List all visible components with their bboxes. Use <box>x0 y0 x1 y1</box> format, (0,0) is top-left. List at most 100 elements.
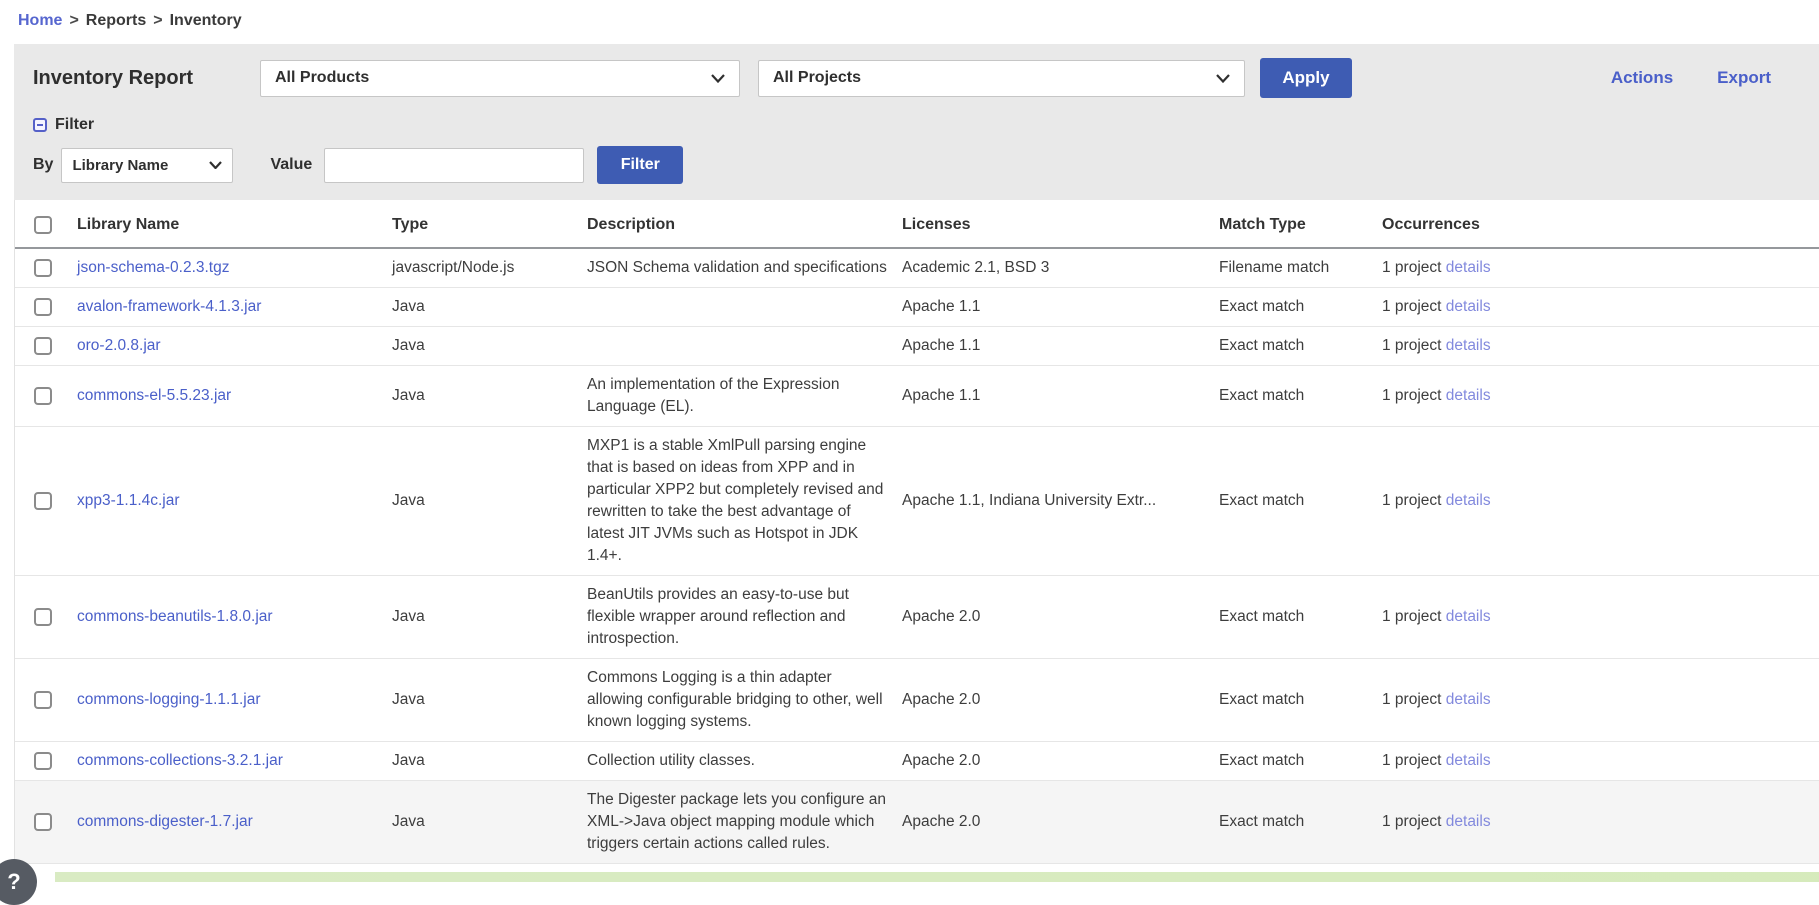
details-link[interactable]: details <box>1446 752 1491 769</box>
details-link[interactable]: details <box>1446 259 1491 276</box>
match-type-cell: Filename match <box>1219 248 1382 288</box>
occurrences-count: 1 project <box>1382 752 1441 769</box>
breadcrumb: Home>Reports>Inventory <box>0 0 1819 30</box>
library-name-link[interactable]: commons-collections-3.2.1.jar <box>77 752 283 769</box>
match-type-cell: Exact match <box>1219 576 1382 659</box>
row-checkbox[interactable] <box>34 298 52 316</box>
table-row: json-schema-0.2.3.tgz javascript/Node.js… <box>15 248 1819 288</box>
row-checkbox[interactable] <box>34 492 52 510</box>
description-cell <box>587 288 902 327</box>
breadcrumb-reports: Reports <box>86 12 146 29</box>
filter-value-label: Value <box>270 156 312 174</box>
licenses-cell: Apache 2.0 <box>902 742 1219 781</box>
library-name-link[interactable]: xpp3-1.1.4c.jar <box>77 492 180 509</box>
description-cell: JSON Schema validation and specification… <box>587 248 902 288</box>
actions-link[interactable]: Actions <box>1611 68 1673 88</box>
occurrences-cell: 1 project details <box>1382 659 1819 742</box>
details-link[interactable]: details <box>1446 608 1491 625</box>
description-cell: BeanUtils provides an easy-to-use but fl… <box>587 576 902 659</box>
breadcrumb-separator: > <box>69 12 78 29</box>
library-name-link[interactable]: commons-beanutils-1.8.0.jar <box>77 608 273 625</box>
match-type-cell: Exact match <box>1219 288 1382 327</box>
library-name-link[interactable]: commons-el-5.5.23.jar <box>77 387 231 404</box>
row-checkbox[interactable] <box>34 752 52 770</box>
row-checkbox[interactable] <box>34 259 52 277</box>
details-link[interactable]: details <box>1446 813 1491 830</box>
chevron-down-icon <box>1216 74 1230 83</box>
licenses-cell: Apache 2.0 <box>902 659 1219 742</box>
row-checkbox[interactable] <box>34 691 52 709</box>
help-widget-button[interactable]: ? <box>0 859 37 905</box>
table-row: commons-beanutils-1.8.0.jar Java BeanUti… <box>15 576 1819 659</box>
breadcrumb-home-link[interactable]: Home <box>18 12 62 29</box>
library-name-link[interactable]: avalon-framework-4.1.3.jar <box>77 298 261 315</box>
filter-button[interactable]: Filter <box>597 146 683 184</box>
details-link[interactable]: details <box>1446 387 1491 404</box>
occurrences-cell: 1 project details <box>1382 781 1819 864</box>
product-select-value: All Products <box>275 69 369 87</box>
occurrences-cell: 1 project details <box>1382 288 1819 327</box>
match-type-cell: Exact match <box>1219 781 1382 864</box>
column-header-occurrences: Occurrences <box>1382 200 1819 248</box>
table-row: oro-2.0.8.jar Java Apache 1.1 Exact matc… <box>15 327 1819 366</box>
licenses-cell: Academic 2.1, BSD 3 <box>902 248 1219 288</box>
row-checkbox[interactable] <box>34 608 52 626</box>
column-header-description: Description <box>587 200 902 248</box>
occurrences-cell: 1 project details <box>1382 576 1819 659</box>
library-name-link[interactable]: oro-2.0.8.jar <box>77 337 161 354</box>
report-toolbar-panel: Inventory Report All Products All Projec… <box>14 44 1819 200</box>
occurrences-count: 1 project <box>1382 337 1441 354</box>
details-link[interactable]: details <box>1446 492 1491 509</box>
occurrences-cell: 1 project details <box>1382 742 1819 781</box>
type-cell: Java <box>392 781 587 864</box>
description-cell: Collection utility classes. <box>587 742 902 781</box>
type-cell: Java <box>392 327 587 366</box>
filter-by-select[interactable]: Library Name <box>61 148 233 183</box>
collapse-filter-icon[interactable] <box>33 118 47 132</box>
library-name-link[interactable]: commons-logging-1.1.1.jar <box>77 691 261 708</box>
table-row: commons-digester-1.7.jar Java The Digest… <box>15 781 1819 864</box>
table-row: commons-logging-1.1.1.jar Java Commons L… <box>15 659 1819 742</box>
row-checkbox[interactable] <box>34 337 52 355</box>
details-link[interactable]: details <box>1446 337 1491 354</box>
library-name-link[interactable]: commons-digester-1.7.jar <box>77 813 253 830</box>
licenses-cell: Apache 1.1, Indiana University Extr... <box>902 427 1219 576</box>
chevron-down-icon <box>209 161 222 169</box>
page-title: Inventory Report <box>33 67 260 90</box>
breadcrumb-inventory: Inventory <box>170 12 242 29</box>
occurrences-count: 1 project <box>1382 387 1441 404</box>
row-checkbox[interactable] <box>34 387 52 405</box>
match-type-cell: Exact match <box>1219 327 1382 366</box>
table-row: commons-el-5.5.23.jar Java An implementa… <box>15 366 1819 427</box>
filter-by-label: By <box>33 156 53 174</box>
description-cell: The Digester package lets you configure … <box>587 781 902 864</box>
occurrences-cell: 1 project details <box>1382 366 1819 427</box>
apply-button[interactable]: Apply <box>1260 58 1352 98</box>
type-cell: Java <box>392 576 587 659</box>
project-select[interactable]: All Projects <box>758 60 1245 97</box>
type-cell: Java <box>392 366 587 427</box>
filter-by-select-value: Library Name <box>72 157 168 174</box>
product-select[interactable]: All Products <box>260 60 740 97</box>
table-row: xpp3-1.1.4c.jar Java MXP1 is a stable Xm… <box>15 427 1819 576</box>
library-name-link[interactable]: json-schema-0.2.3.tgz <box>77 259 230 276</box>
column-header-licenses: Licenses <box>902 200 1219 248</box>
type-cell: Java <box>392 742 587 781</box>
type-cell: Java <box>392 659 587 742</box>
export-link[interactable]: Export <box>1717 68 1771 88</box>
inventory-table: Library Name Type Description Licenses M… <box>14 200 1819 864</box>
occurrences-count: 1 project <box>1382 813 1441 830</box>
details-link[interactable]: details <box>1446 298 1491 315</box>
table-row: avalon-framework-4.1.3.jar Java Apache 1… <box>15 288 1819 327</box>
description-cell <box>587 327 902 366</box>
licenses-cell: Apache 2.0 <box>902 576 1219 659</box>
column-header-match-type: Match Type <box>1219 200 1382 248</box>
filter-value-input[interactable] <box>324 148 584 183</box>
description-cell: Commons Logging is a thin adapter allowi… <box>587 659 902 742</box>
occurrences-cell: 1 project details <box>1382 427 1819 576</box>
row-checkbox[interactable] <box>34 813 52 831</box>
occurrences-cell: 1 project details <box>1382 248 1819 288</box>
select-all-checkbox[interactable] <box>34 216 52 234</box>
occurrences-count: 1 project <box>1382 492 1441 509</box>
details-link[interactable]: details <box>1446 691 1491 708</box>
